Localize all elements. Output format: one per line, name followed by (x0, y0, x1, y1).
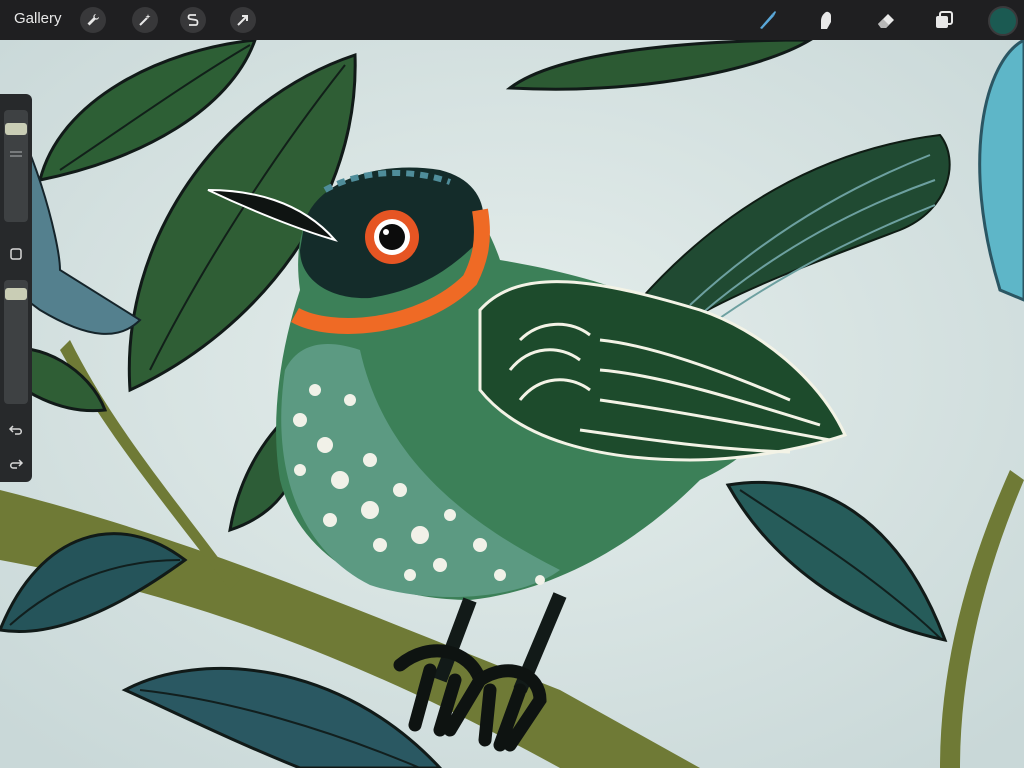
square-icon (10, 248, 22, 260)
procreate-app: Gallery (0, 0, 1024, 768)
brush-tool[interactable] (753, 7, 781, 33)
selection-s-icon (187, 14, 199, 26)
left-sidebar (0, 94, 32, 482)
opacity-slider[interactable] (4, 280, 28, 404)
actions-button[interactable] (80, 7, 106, 33)
eraser-icon (878, 14, 894, 28)
opacity-thumb[interactable] (5, 287, 27, 300)
adjustments-button[interactable] (132, 7, 158, 33)
smudge-tool[interactable] (812, 7, 840, 33)
undo-icon (8, 425, 22, 435)
modify-button[interactable] (6, 244, 26, 264)
color-swatch[interactable] (988, 6, 1018, 36)
brush-size-thumb[interactable] (5, 122, 27, 135)
smudge-finger-icon (821, 11, 831, 29)
drawing-canvas[interactable] (0, 40, 1024, 768)
layers-icon (936, 11, 953, 28)
top-toolbar: Gallery (0, 0, 1024, 40)
eraser-tool[interactable] (872, 7, 900, 33)
undo-button[interactable] (6, 420, 26, 440)
brush-icon (760, 11, 776, 29)
selection-button[interactable] (180, 7, 206, 33)
brush-size-slider[interactable] (4, 110, 28, 222)
arrow-cursor-icon (237, 15, 248, 26)
slider-grip-icon (6, 144, 26, 164)
redo-icon (10, 459, 24, 469)
artwork (0, 40, 1024, 768)
magic-wand-icon (139, 14, 151, 26)
layers-button[interactable] (930, 7, 958, 33)
transform-button[interactable] (230, 7, 256, 33)
gallery-button[interactable]: Gallery (14, 10, 62, 27)
redo-button[interactable] (6, 454, 26, 474)
wrench-icon (87, 14, 99, 26)
